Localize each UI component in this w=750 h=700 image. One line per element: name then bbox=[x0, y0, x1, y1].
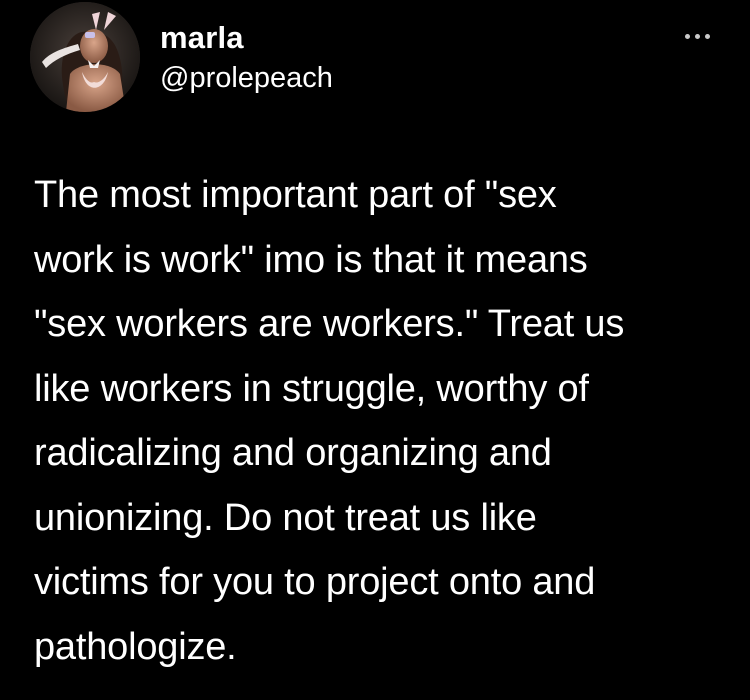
tweet-text-line: unionizing. Do not treat us like bbox=[34, 496, 537, 539]
tweet-text-line: radicalizing and organizing and bbox=[34, 432, 552, 474]
tweet-text-line: like workers in struggle, worthy of bbox=[34, 367, 589, 410]
tweet-text-line: The most important part of "sex bbox=[34, 174, 557, 216]
tweet-text: The most important part of "sex work is … bbox=[34, 163, 734, 679]
more-options-icon-dot bbox=[694, 33, 700, 39]
tweet-text-line: work is work" imo is that it means bbox=[34, 238, 588, 281]
more-options-icon bbox=[684, 33, 690, 39]
display-name[interactable]: marla bbox=[160, 20, 244, 56]
tweet-card: marla @prolepeach The most important par… bbox=[0, 0, 750, 700]
tweet-text-line: pathologize. bbox=[34, 625, 237, 668]
more-options-button[interactable] bbox=[676, 24, 718, 48]
tweet-text-line: victims for you to project onto and bbox=[34, 561, 596, 603]
user-handle[interactable]: @prolepeach bbox=[160, 61, 333, 95]
more-options-icon-dot bbox=[704, 33, 710, 39]
tweet-text-line: "sex workers are workers." Treat us bbox=[34, 303, 625, 345]
avatar[interactable] bbox=[30, 2, 140, 112]
profile-photo-icon bbox=[30, 2, 140, 112]
